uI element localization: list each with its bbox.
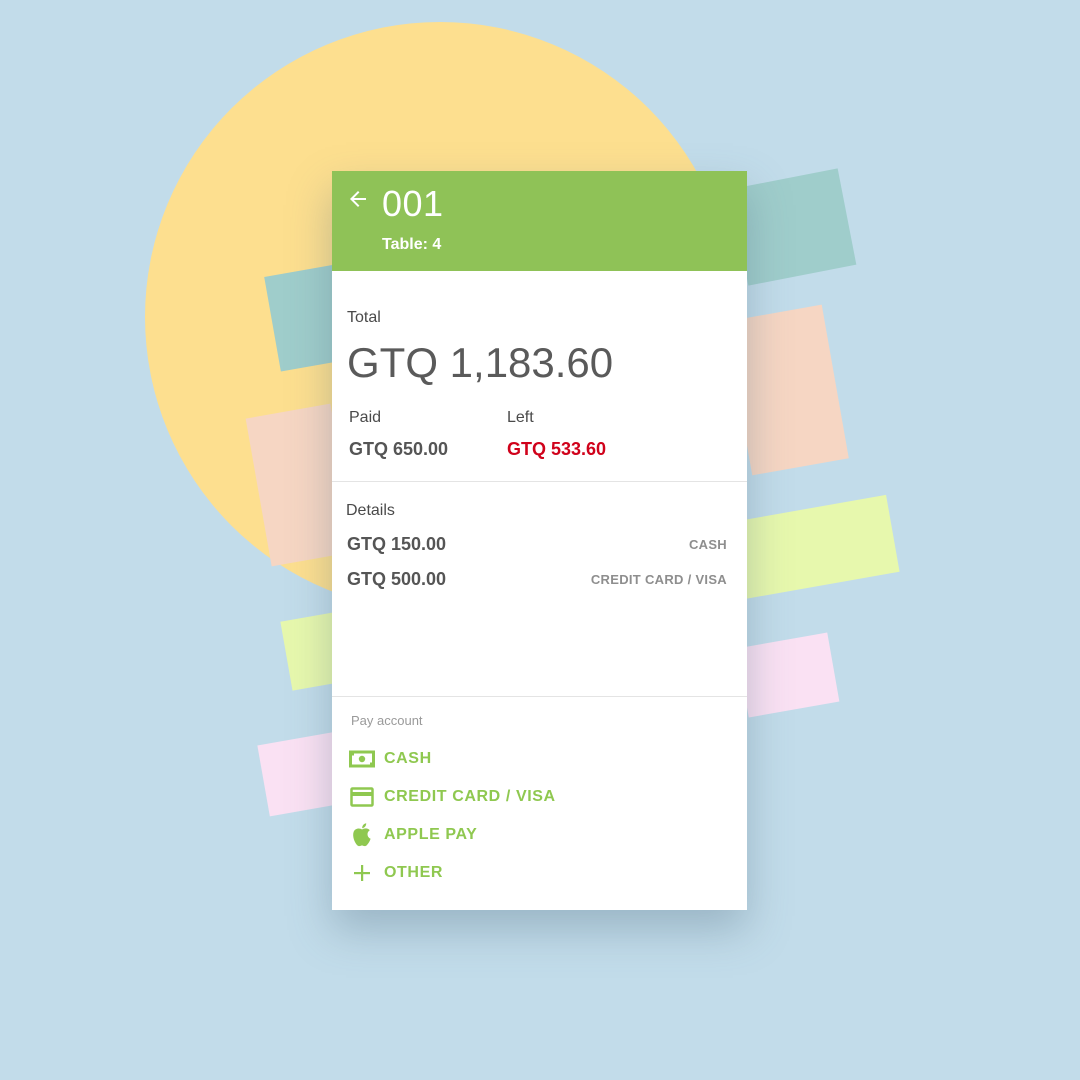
decorative-shape [729,168,857,286]
details-label: Details [346,502,395,519]
detail-method: CASH [688,536,727,552]
detail-amount: GTQ 150.00 [347,533,447,554]
left-value: GTQ 533.60 [507,439,607,459]
apple-icon [349,822,375,848]
credit-card-icon [349,784,375,810]
table-label: Table: 4 [382,236,442,253]
app-header: 001 Table: 4 [332,171,747,271]
payment-card: 001 Table: 4 Total GTQ 1,183.60 Paid GTQ… [332,171,747,910]
pay-option-label: APPLE PAY [384,826,478,843]
pay-apple-pay-button[interactable]: APPLE PAY [349,821,477,849]
decorative-shape [730,494,900,600]
detail-row: GTQ 500.00 CREDIT CARD / VISA [347,567,727,591]
detail-amount: GTQ 500.00 [347,568,447,589]
back-arrow-icon[interactable] [346,187,370,211]
pay-other-button[interactable]: OTHER [349,859,443,887]
pay-account-section: Pay account CASH CREDIT CARD / VISA APPL… [332,697,747,910]
total-value: GTQ 1,183.60 [347,339,614,386]
detail-row: GTQ 150.00 CASH [347,532,727,556]
pay-option-label: CREDIT CARD / VISA [384,788,556,805]
pay-cash-button[interactable]: CASH [349,745,432,773]
plus-icon [349,860,375,886]
pay-credit-card-button[interactable]: CREDIT CARD / VISA [349,783,556,811]
decorative-shape [736,632,840,718]
detail-method: CREDIT CARD / VISA [590,571,727,587]
details-section: Details GTQ 150.00 CASH GTQ 500.00 CREDI… [332,482,747,697]
total-label: Total [347,309,381,326]
pay-account-label: Pay account [351,713,423,728]
order-number: 001 [382,183,444,224]
pay-option-label: OTHER [384,864,443,881]
left-label: Left [507,409,534,426]
totals-section: Total GTQ 1,183.60 Paid GTQ 650.00 Left … [332,271,747,482]
paid-value: GTQ 650.00 [349,439,449,459]
cash-icon [349,746,375,772]
paid-label: Paid [349,409,382,426]
pay-option-label: CASH [384,750,432,767]
